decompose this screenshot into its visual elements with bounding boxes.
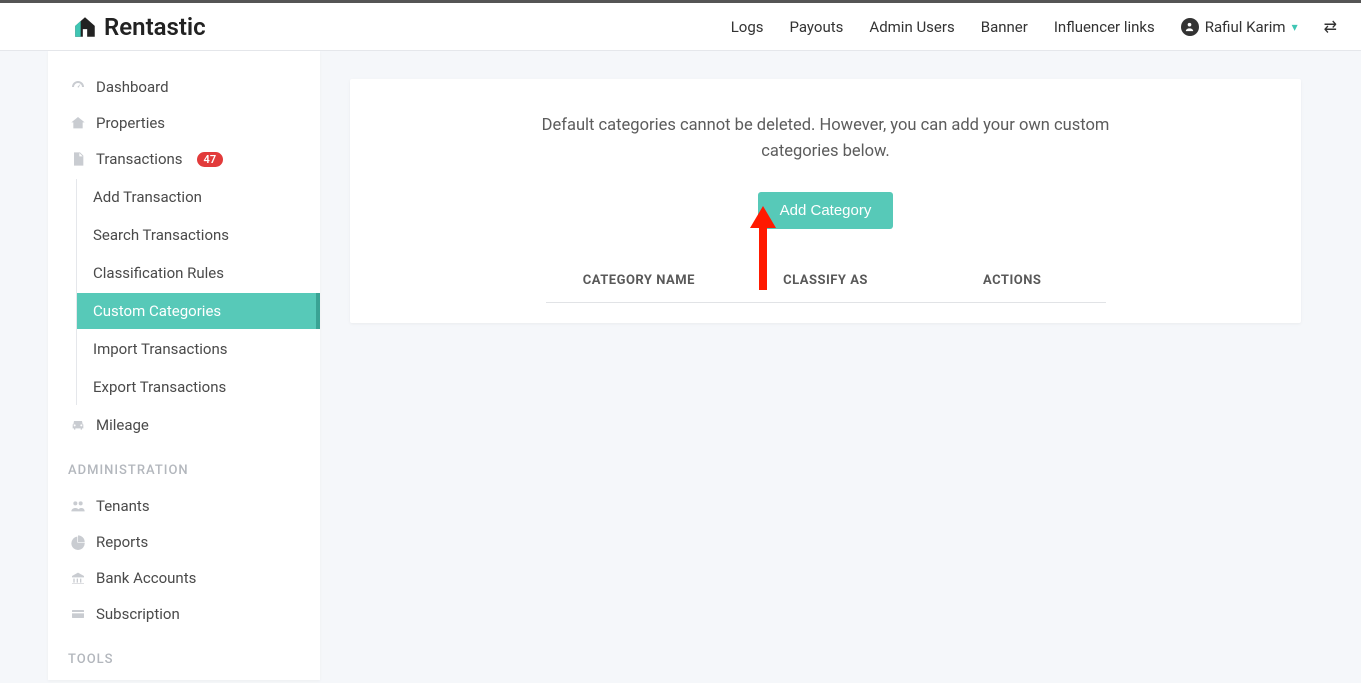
car-icon: [70, 417, 86, 433]
users-icon: [70, 498, 86, 514]
home-icon: [70, 115, 86, 131]
section-tools: TOOLS: [48, 632, 320, 677]
sidebar-label: Subscription: [96, 605, 180, 623]
sidebar-item-subscription[interactable]: Subscription: [48, 596, 320, 632]
sidebar-item-dashboard[interactable]: Dashboard: [48, 69, 320, 105]
sidebar-item-transactions[interactable]: Transactions 47: [48, 141, 320, 177]
sidebar-item-mileage[interactable]: Mileage: [48, 407, 320, 443]
nav-admin-users[interactable]: Admin Users: [869, 18, 954, 36]
nav-influencer-links[interactable]: Influencer links: [1054, 18, 1155, 36]
add-category-button[interactable]: Add Category: [758, 192, 894, 229]
categories-table-header: CATEGORY NAME CLASSIFY AS ACTIONS: [546, 259, 1106, 303]
user-menu[interactable]: Rafiul Karim ▾: [1181, 18, 1298, 36]
transactions-submenu: Add Transaction Search Transactions Clas…: [76, 179, 320, 405]
sidebar-label: Tenants: [96, 497, 150, 515]
brand-logo[interactable]: Rentastic: [72, 13, 206, 41]
sidebar-item-bank-accounts[interactable]: Bank Accounts: [48, 560, 320, 596]
sidebar-label: Dashboard: [96, 78, 169, 96]
col-classify-as: CLASSIFY AS: [732, 273, 919, 288]
section-administration: ADMINISTRATION: [48, 443, 320, 488]
sub-export-transactions[interactable]: Export Transactions: [77, 369, 320, 405]
sub-search-transactions[interactable]: Search Transactions: [77, 217, 320, 253]
nav-payouts[interactable]: Payouts: [790, 18, 844, 36]
sub-import-transactions[interactable]: Import Transactions: [77, 331, 320, 367]
gauge-icon: [70, 79, 86, 95]
sub-classification-rules[interactable]: Classification Rules: [77, 255, 320, 291]
sidebar-label: Mileage: [96, 416, 149, 434]
card-icon: [70, 606, 86, 622]
info-text: Default categories cannot be deleted. Ho…: [506, 113, 1146, 166]
bank-icon: [70, 570, 86, 586]
pie-chart-icon: [70, 534, 86, 550]
sidebar-item-tenants[interactable]: Tenants: [48, 488, 320, 524]
user-avatar-icon: [1181, 18, 1199, 36]
sub-add-transaction[interactable]: Add Transaction: [77, 179, 320, 215]
custom-categories-card: Default categories cannot be deleted. Ho…: [350, 79, 1301, 323]
col-actions: ACTIONS: [919, 273, 1106, 288]
file-icon: [70, 151, 86, 167]
sync-icon[interactable]: ⇄: [1324, 17, 1337, 36]
house-icon: [72, 14, 98, 40]
transactions-badge: 47: [197, 152, 224, 167]
sidebar: Dashboard Properties Transactions 47 Add…: [48, 51, 320, 680]
chevron-down-icon: ▾: [1292, 20, 1298, 34]
sidebar-label: Bank Accounts: [96, 569, 196, 587]
nav-banner[interactable]: Banner: [981, 18, 1028, 36]
user-name: Rafiul Karim: [1205, 18, 1286, 36]
nav-logs[interactable]: Logs: [731, 18, 764, 36]
sidebar-label: Transactions: [96, 150, 183, 168]
sidebar-label: Reports: [96, 533, 148, 551]
top-bar: Rentastic Logs Payouts Admin Users Banne…: [0, 3, 1361, 51]
brand-text: Rentastic: [104, 13, 206, 41]
main-content: Default categories cannot be deleted. Ho…: [320, 51, 1361, 680]
sidebar-label: Properties: [96, 114, 165, 132]
sub-custom-categories[interactable]: Custom Categories: [77, 293, 320, 329]
sidebar-item-properties[interactable]: Properties: [48, 105, 320, 141]
top-nav: Logs Payouts Admin Users Banner Influenc…: [731, 17, 1337, 36]
col-category-name: CATEGORY NAME: [546, 273, 733, 288]
sidebar-item-reports[interactable]: Reports: [48, 524, 320, 560]
